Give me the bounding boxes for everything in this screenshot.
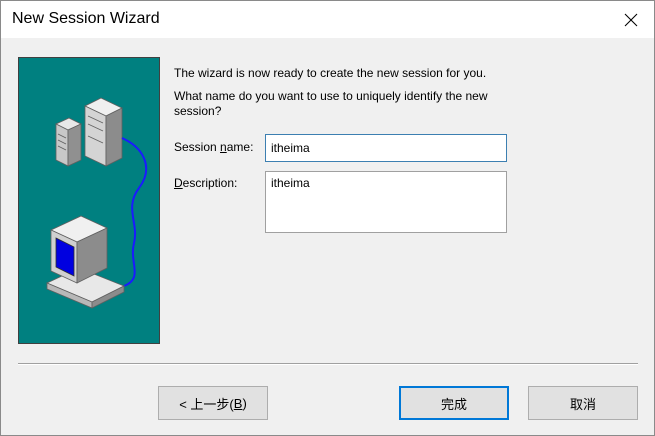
- back-button[interactable]: < 上一步(B): [158, 386, 268, 420]
- wizard-window: New Session Wizard The wizard is now rea…: [0, 0, 655, 436]
- wizard-banner-image: [18, 57, 160, 344]
- server-and-workstation-illustration: [46, 97, 148, 309]
- finish-button[interactable]: 完成: [399, 386, 509, 420]
- close-button[interactable]: [608, 1, 654, 38]
- session-name-label: Session name:: [174, 140, 254, 154]
- workstation-icon: [46, 215, 125, 309]
- intro-line-2: What name do you want to use to uniquely…: [174, 89, 488, 118]
- window-title: New Session Wizard: [12, 10, 160, 27]
- divider: [18, 363, 638, 365]
- cancel-button[interactable]: 取消: [528, 386, 638, 420]
- title-bar: New Session Wizard: [1, 1, 654, 38]
- tower-server-icon: [84, 97, 123, 167]
- close-icon: [624, 13, 638, 26]
- description-input[interactable]: itheima: [265, 171, 507, 233]
- intro-line-1: The wizard is now ready to create the ne…: [174, 66, 487, 80]
- description-label: Description:: [174, 176, 238, 190]
- session-name-input[interactable]: [265, 134, 507, 162]
- small-server-icon: [55, 117, 82, 167]
